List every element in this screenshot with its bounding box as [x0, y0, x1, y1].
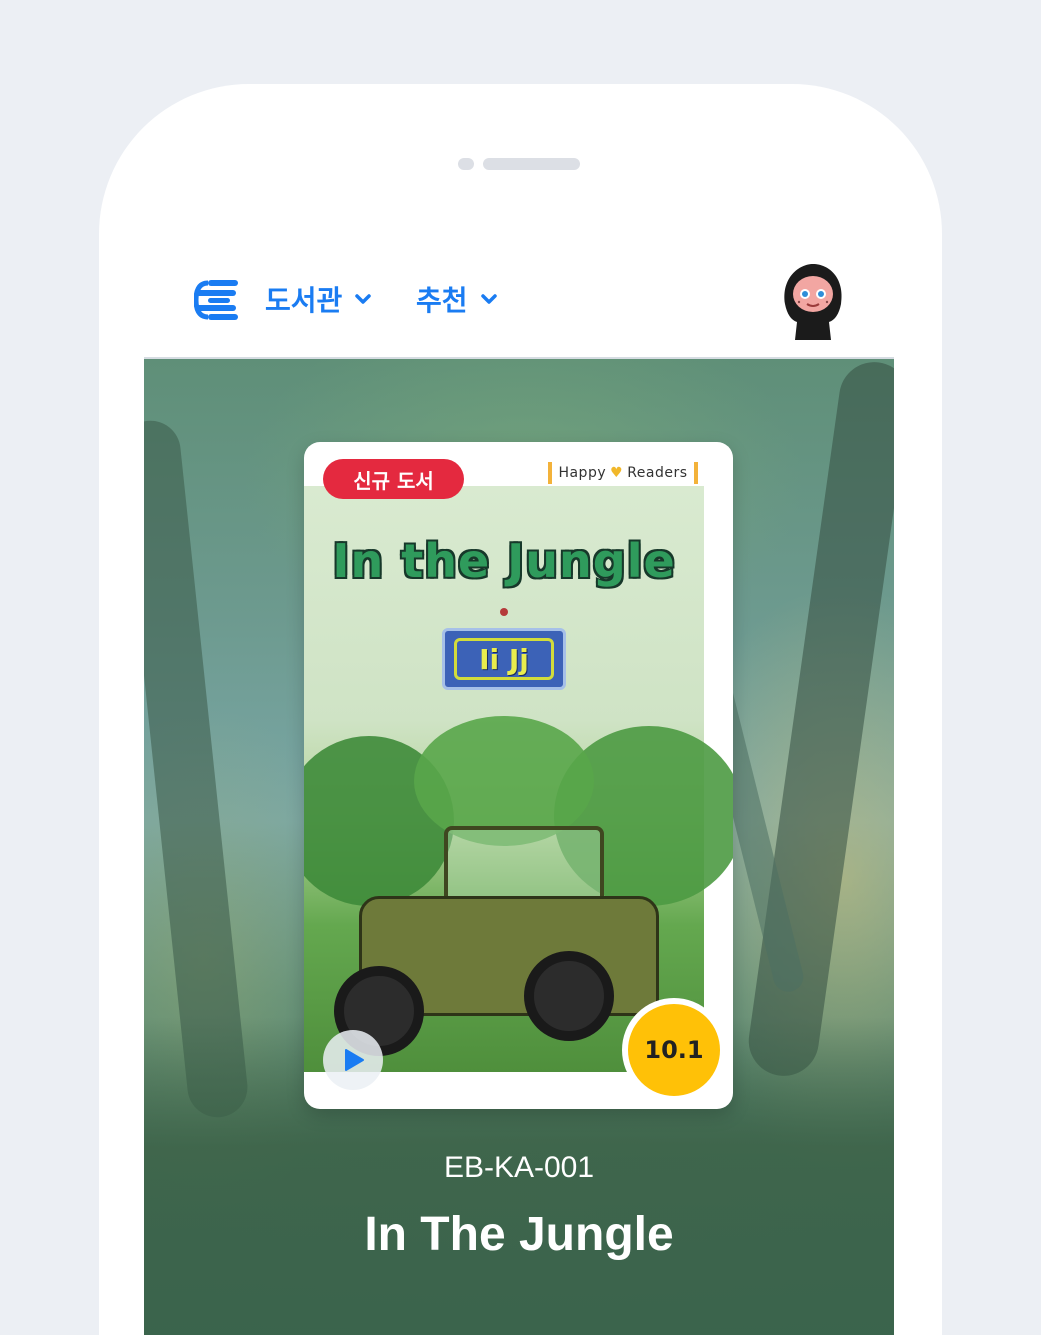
nav-recommend-menu[interactable]: 추천 — [416, 282, 498, 317]
book-cover-image: In the Jungle Ii Jj — [304, 486, 733, 1072]
book-title: In The Jungle — [364, 1208, 674, 1261]
new-book-badge: 신규 도서 — [323, 459, 464, 499]
phone-frame: 도서관 추천 In the Jungle Ii Jj 신규 도서 Happy ♥… — [99, 84, 942, 1335]
book-card[interactable]: In the Jungle Ii Jj 신규 도서 Happy ♥ Reader… — [304, 442, 733, 1109]
book-code: EB-KA-001 — [443, 1151, 595, 1184]
chevron-down-icon — [480, 294, 497, 304]
phone-camera — [458, 158, 474, 170]
publisher-right: Readers — [627, 465, 688, 481]
cover-title: In the Jungle — [332, 534, 676, 588]
nav-recommend-label: 추천 — [416, 284, 468, 317]
cover-jeep-window — [444, 826, 604, 906]
heart-icon: ♥ — [610, 465, 624, 481]
phone-speaker — [483, 158, 580, 170]
reading-level-badge: 10.1 — [622, 998, 726, 1102]
publisher-logo: Happy ♥ Readers — [548, 462, 698, 484]
top-nav: 도서관 추천 — [99, 264, 942, 340]
cover-jeep-wheel — [524, 951, 614, 1041]
chevron-down-icon — [355, 294, 372, 304]
nav-library-label: 도서관 — [265, 284, 343, 317]
hero-banner: In the Jungle Ii Jj 신규 도서 Happy ♥ Reader… — [144, 357, 894, 1335]
background-tree — [744, 359, 894, 1081]
cover-sign: Ii Jj — [442, 628, 566, 690]
user-avatar[interactable] — [779, 264, 847, 340]
play-audio-button[interactable] — [323, 1030, 383, 1090]
play-icon — [345, 1049, 364, 1071]
app-logo-icon[interactable] — [193, 278, 240, 322]
publisher-left: Happy — [558, 465, 607, 481]
cover-sign-text: Ii Jj — [454, 638, 554, 680]
nav-library-menu[interactable]: 도서관 — [265, 282, 372, 317]
background-tree — [144, 417, 251, 1121]
sign-hook — [500, 608, 508, 616]
